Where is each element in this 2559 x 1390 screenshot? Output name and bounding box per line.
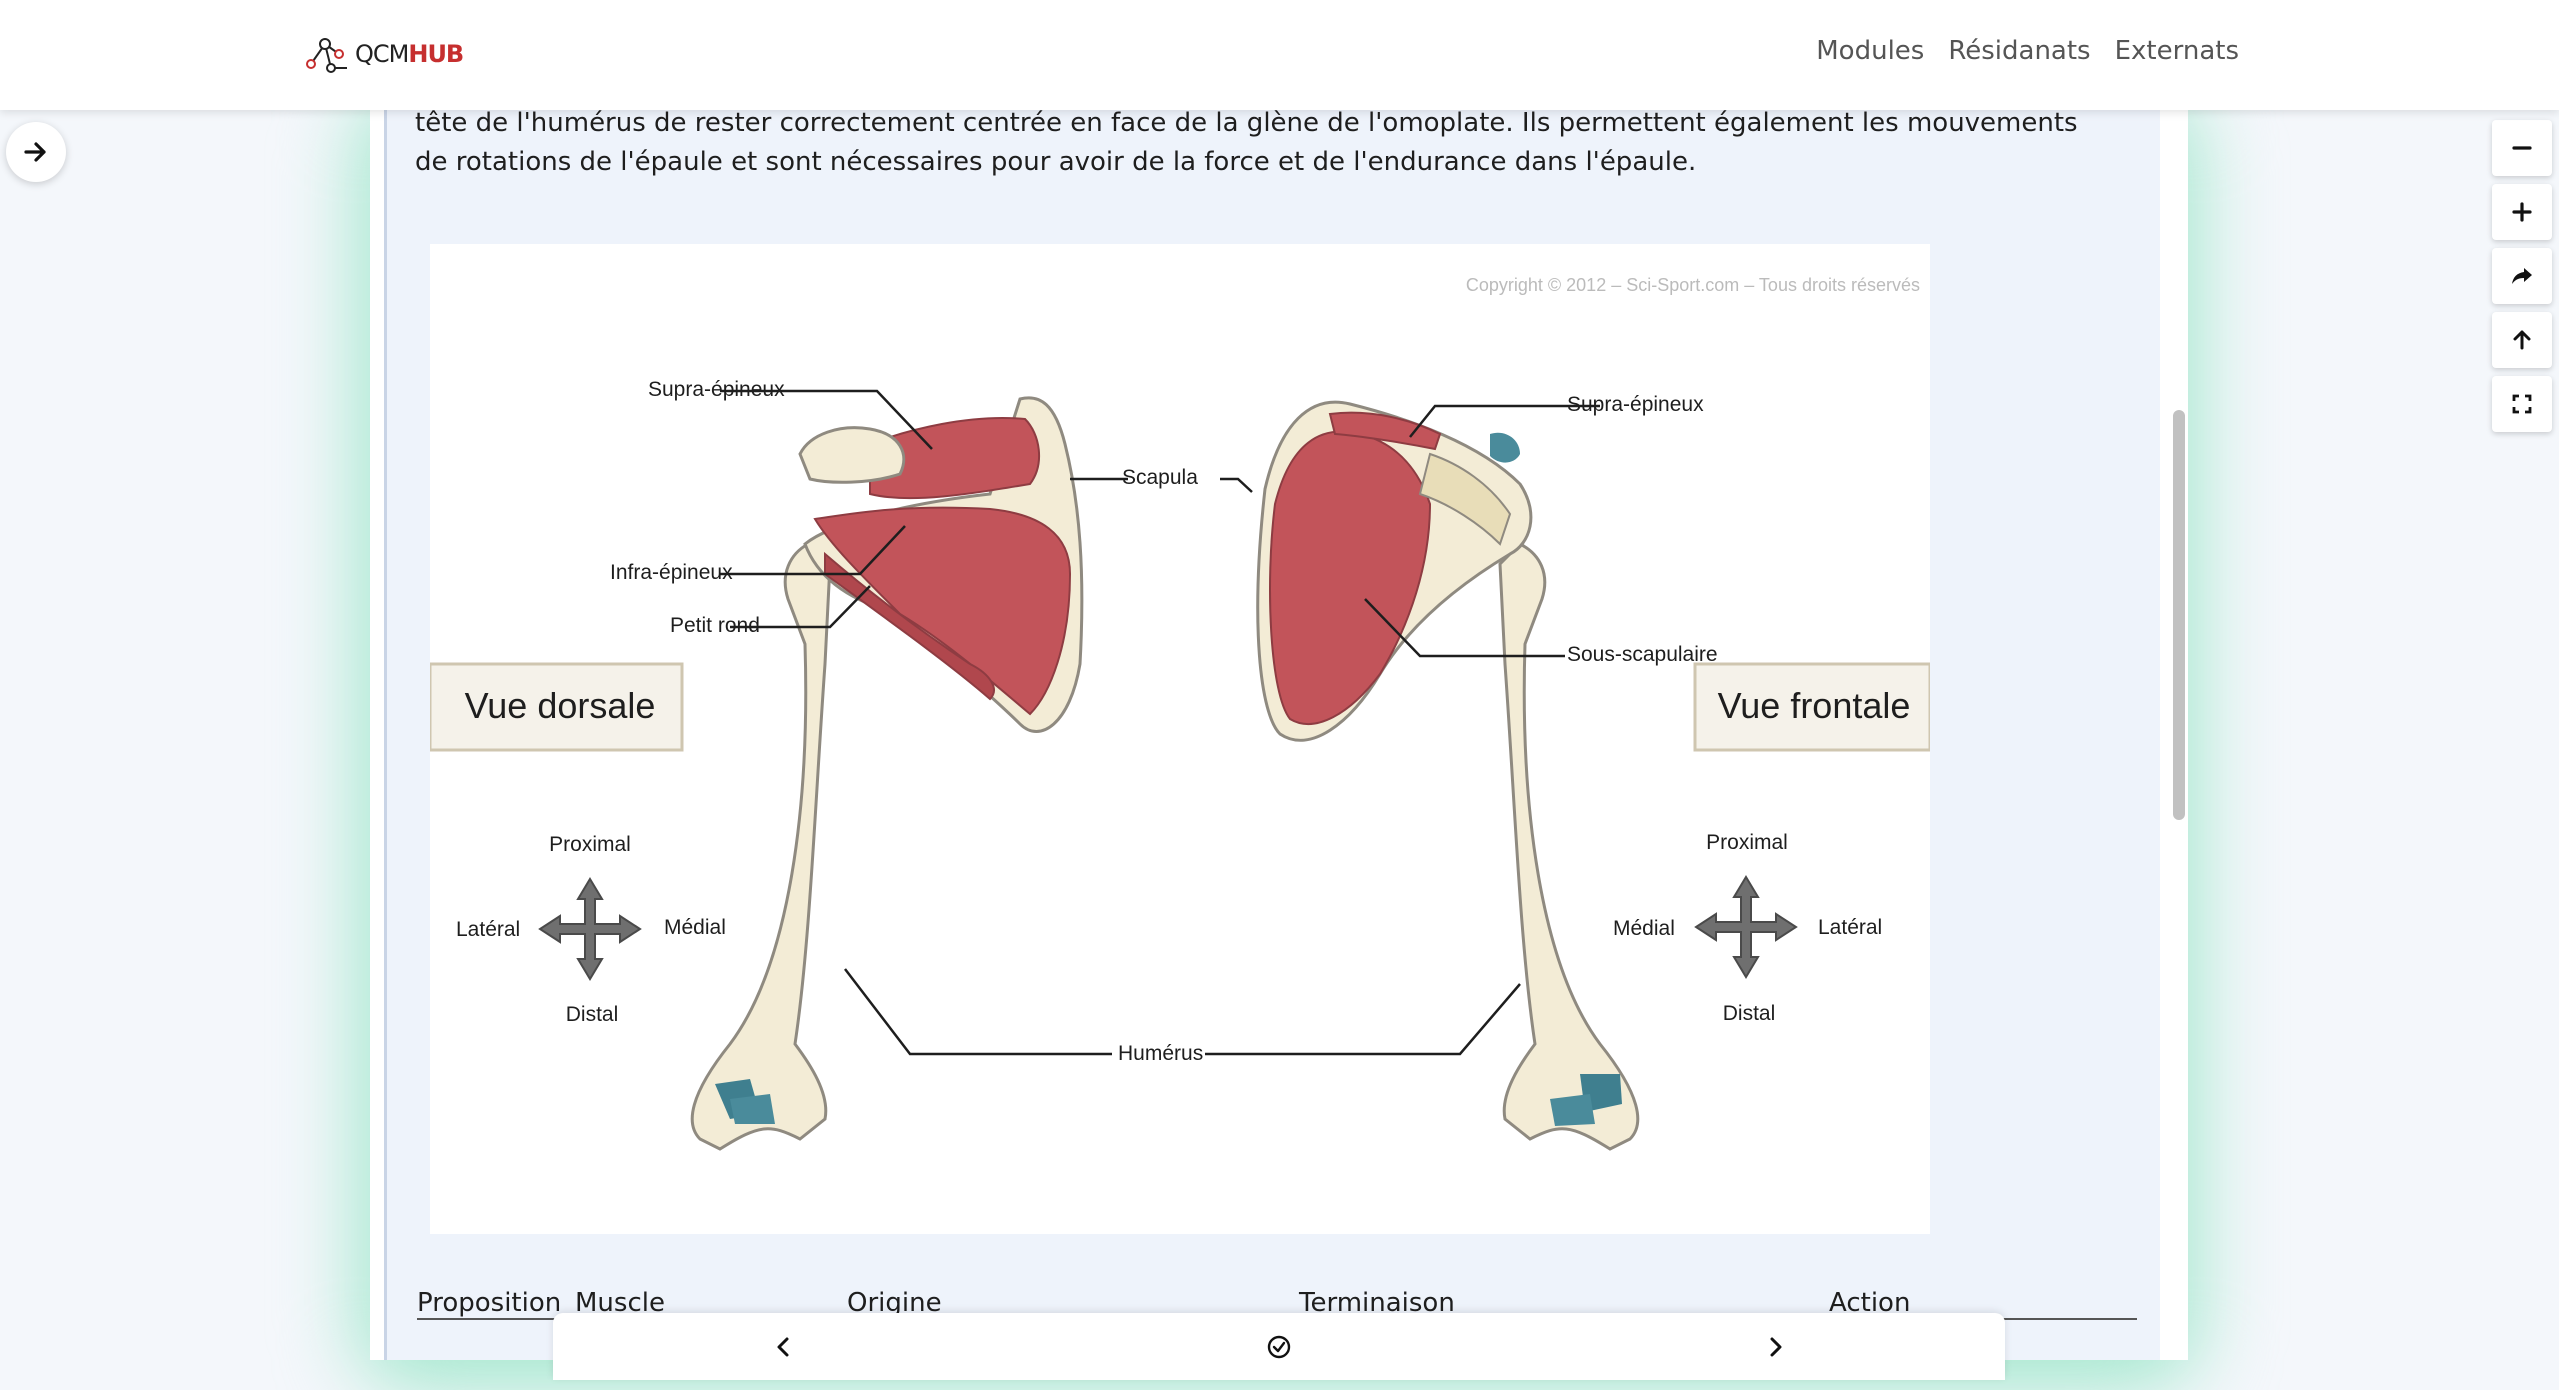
- chevron-right-icon: [1770, 1337, 1782, 1357]
- copyright-text: Copyright © 2012 – Sci-Sport.com – Tous …: [1466, 275, 1920, 295]
- shoulder-diagram: Copyright © 2012 – Sci-Sport.com – Tous …: [430, 275, 1930, 1151]
- shoulder-anatomy-figure: Copyright © 2012 – Sci-Sport.com – Tous …: [430, 244, 1930, 1234]
- validate-button[interactable]: [1262, 1330, 1296, 1364]
- logo-molecule-icon: [306, 38, 347, 73]
- col-proposition: Proposition: [417, 1288, 562, 1318]
- minus-icon: [2512, 146, 2532, 150]
- top-navbar: QCM HUB Modules Résidanats Externats: [0, 0, 2559, 110]
- zoom-toolbar: [2492, 120, 2552, 440]
- label-supra-epineux-right: Supra-épineux: [1567, 393, 1704, 416]
- label-lateral-left: Latéral: [456, 918, 520, 941]
- label-medial-left: Médial: [664, 916, 726, 939]
- zoom-in-button[interactable]: [2492, 184, 2552, 240]
- left-infraspinatus-muscle: [813, 506, 1072, 716]
- main-nav: Modules Résidanats Externats: [1816, 36, 2239, 66]
- right-subscapularis-muscle: [1269, 430, 1432, 725]
- label-proximal-left: Proximal: [549, 833, 631, 856]
- fullscreen-icon: [2512, 394, 2532, 414]
- content-scrollbar[interactable]: [2173, 410, 2185, 820]
- label-scapula: Scapula: [1122, 466, 1198, 489]
- nav-modules[interactable]: Modules: [1816, 36, 1924, 66]
- paragraph-line: tête de l'humérus de rester correctement…: [415, 110, 2078, 138]
- fullscreen-button[interactable]: [2492, 376, 2552, 432]
- nav-residanats[interactable]: Résidanats: [1948, 36, 2090, 66]
- chevron-left-icon: [777, 1337, 789, 1357]
- label-vue-frontale: Vue frontale: [1718, 685, 1911, 726]
- label-vue-dorsale: Vue dorsale: [465, 685, 656, 726]
- next-button[interactable]: [1758, 1330, 1792, 1364]
- label-distal-left: Distal: [566, 1003, 619, 1026]
- label-medial-right: Médial: [1613, 917, 1675, 940]
- logo-text-qcm: QCM: [355, 40, 409, 68]
- share-icon: [2512, 268, 2532, 284]
- label-proximal-right: Proximal: [1706, 831, 1788, 854]
- previous-button[interactable]: [767, 1330, 801, 1364]
- question-nav-bar: [553, 1313, 2005, 1380]
- left-acromion: [798, 426, 906, 484]
- label-infra-epineux: Infra-épineux: [610, 561, 733, 584]
- lesson-paragraph: tête de l'humérus de rester correctement…: [415, 110, 2135, 182]
- scroll-top-button[interactable]: [2492, 312, 2552, 368]
- right-humerus-bone: [1498, 542, 1640, 1151]
- plus-icon: [2512, 202, 2532, 222]
- logo-text-hub: HUB: [408, 40, 464, 68]
- share-button[interactable]: [2492, 248, 2552, 304]
- right-humerus-cartilage: [1550, 1094, 1595, 1126]
- check-circle-icon: [1267, 1335, 1291, 1359]
- site-logo[interactable]: QCM HUB: [305, 34, 464, 74]
- label-distal-right: Distal: [1723, 1002, 1776, 1025]
- label-lateral-right: Latéral: [1818, 916, 1882, 939]
- compass-right: [1694, 875, 1798, 979]
- compass-left: [538, 877, 642, 981]
- lesson-content: tête de l'humérus de rester correctement…: [384, 110, 2160, 1360]
- label-humerus: Humérus: [1118, 1042, 1203, 1065]
- right-coracoid-cartilage: [1490, 432, 1520, 463]
- sidebar-toggle-button[interactable]: [6, 122, 66, 182]
- arrow-up-icon: [2513, 330, 2531, 350]
- nav-externats[interactable]: Externats: [2115, 36, 2239, 66]
- label-petit-rond: Petit rond: [670, 614, 760, 637]
- arrow-right-icon: [24, 142, 46, 162]
- left-humerus-cartilage: [730, 1094, 775, 1124]
- paragraph-line: de rotations de l'épaule et sont nécessa…: [415, 147, 1697, 177]
- label-supra-epineux-left: Supra-épineux: [648, 378, 785, 401]
- zoom-out-button[interactable]: [2492, 120, 2552, 176]
